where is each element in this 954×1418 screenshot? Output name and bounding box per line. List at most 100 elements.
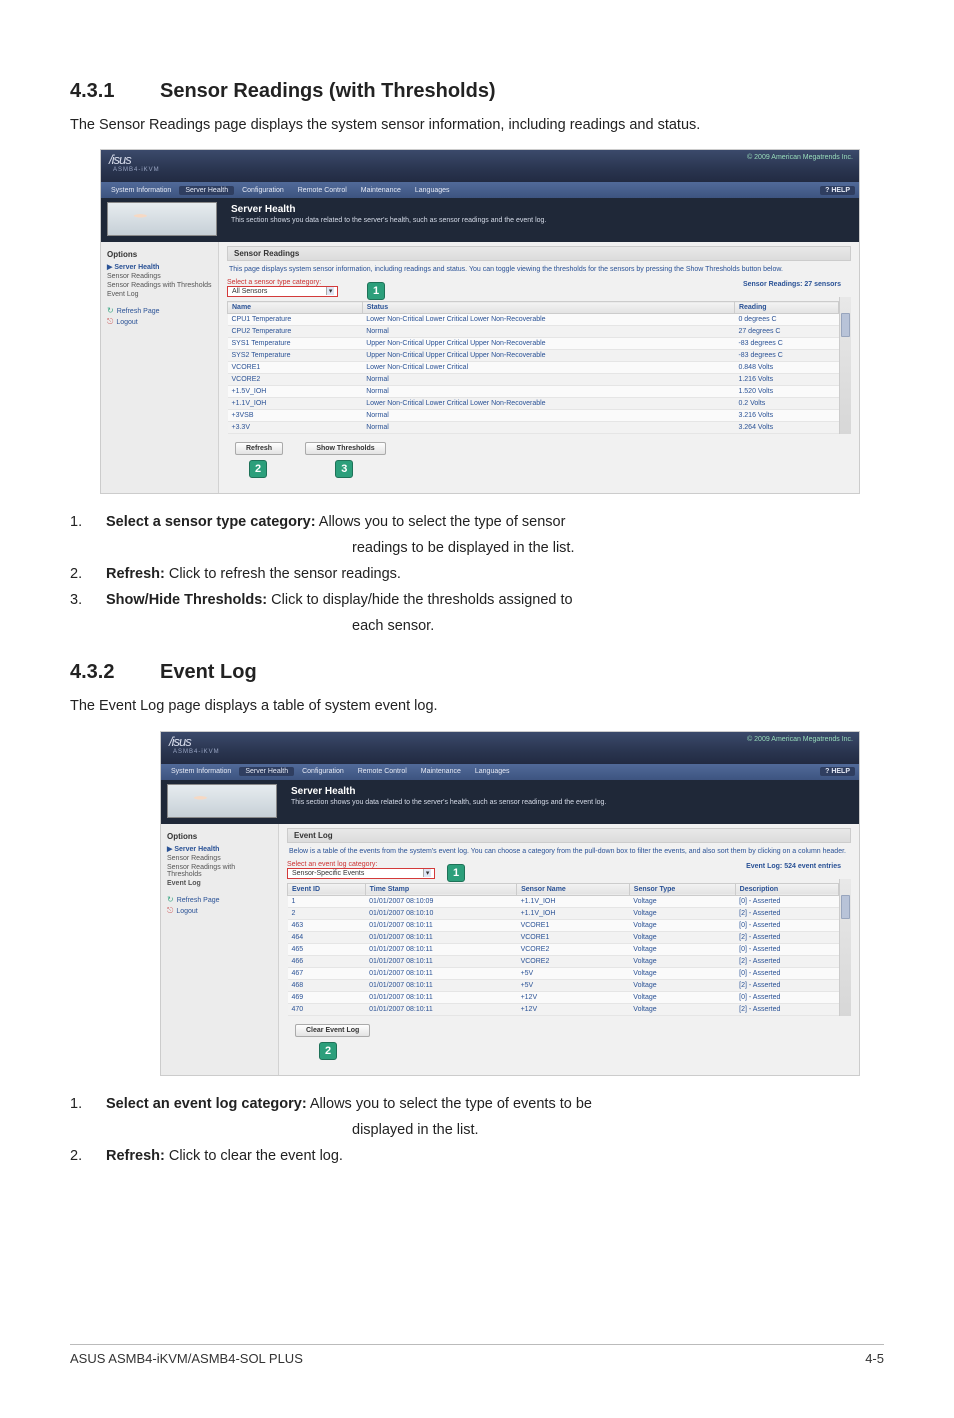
ss2-footer-buttons: Clear Event Log 2 <box>287 1016 851 1065</box>
ss2-body: Options ▶ Server Health Sensor Readings … <box>161 824 859 1075</box>
ss1-subheader: Server Health This section shows you dat… <box>101 198 859 242</box>
col-header[interactable]: Event ID <box>288 883 366 895</box>
menu-lang[interactable]: Languages <box>409 186 456 195</box>
side-sensor-readings-th[interactable]: Sensor Readings withThresholds <box>167 864 272 878</box>
ss2-sidebar: Options ▶ Server Health Sensor Readings … <box>161 824 279 1075</box>
table-row[interactable]: 46601/01/2007 08:10:11VCORE2Voltage[2] -… <box>288 955 839 967</box>
menu-lang[interactable]: Languages <box>469 767 516 776</box>
table-row[interactable]: VCORE1Lower Non-Critical Lower Critical0… <box>228 362 839 374</box>
col-header[interactable]: Description <box>735 883 838 895</box>
asus-logo: /isus <box>109 152 131 167</box>
screenshot-sensor-readings: /isus ASMB4-iKVM © 2009 American Megatre… <box>100 149 860 494</box>
ss1-scrollbar[interactable] <box>839 297 851 434</box>
ss2-panel-title: Event Log <box>287 828 851 843</box>
menu-server-health[interactable]: Server Health <box>239 767 294 776</box>
menu-sysinfo[interactable]: System Information <box>165 767 237 776</box>
clear-event-log-button[interactable]: Clear Event Log <box>295 1024 370 1037</box>
heading-432: 4.3.2Event Log <box>70 661 884 684</box>
page-footer: ASUS ASMB4-iKVM/ASMB4-SOL PLUS 4-5 <box>70 1344 884 1366</box>
side-refresh[interactable]: Refresh Page <box>107 306 212 315</box>
side-refresh[interactable]: Refresh Page <box>167 895 272 904</box>
ss2-scrollbar[interactable] <box>839 879 851 1016</box>
header-thumbnail <box>167 784 277 818</box>
side-logout[interactable]: Logout <box>167 906 272 916</box>
menu-maint[interactable]: Maintenance <box>415 767 467 776</box>
menu-maint[interactable]: Maintenance <box>355 186 407 195</box>
heading-431-num: 4.3.1 <box>70 80 160 103</box>
show-thresholds-button[interactable]: Show Thresholds <box>305 442 385 455</box>
col-header[interactable]: Name <box>228 302 363 314</box>
table-row[interactable]: 101/01/2007 08:10:09+1.1V_IOHVoltage[0] … <box>288 895 839 907</box>
col-header[interactable]: Time Stamp <box>365 883 516 895</box>
table-row[interactable]: +3.3VNormal3.264 Volts <box>228 422 839 434</box>
ss1-category-dropdown[interactable]: All Sensors <box>227 286 338 297</box>
side-logout[interactable]: Logout <box>107 317 212 327</box>
subhead-title: Server Health <box>231 204 849 215</box>
help-button[interactable]: ? HELP <box>820 186 855 195</box>
table-row[interactable]: 46301/01/2007 08:10:11VCORE1Voltage[0] -… <box>288 919 839 931</box>
heading-432-num: 4.3.2 <box>70 661 160 684</box>
asus-logo: /isus <box>169 734 191 749</box>
table-row[interactable]: +1.5V_IOHNormal1.520 Volts <box>228 386 839 398</box>
side-server-health[interactable]: ▶ Server Health <box>107 263 212 271</box>
ss2-main: Event Log Below is a table of the events… <box>279 824 859 1075</box>
ss1-sidebar: Options ▶ Server Health Sensor Readings … <box>101 242 219 493</box>
side-options: Options <box>167 832 272 841</box>
refresh-button[interactable]: Refresh <box>235 442 283 455</box>
table-row[interactable]: 46401/01/2007 08:10:11VCORE1Voltage[2] -… <box>288 931 839 943</box>
ss1-body: Options ▶ Server Health Sensor Readings … <box>101 242 859 493</box>
table-row[interactable]: SYS2 TemperatureUpper Non-Critical Upper… <box>228 350 839 362</box>
menu-config[interactable]: Configuration <box>236 186 290 195</box>
asus-logo-sub: ASMB4-iKVM <box>173 749 220 755</box>
footer-left: ASUS ASMB4-iKVM/ASMB4-SOL PLUS <box>70 1351 303 1366</box>
table-row[interactable]: 46901/01/2007 08:10:11+12VVoltage[0] - A… <box>288 991 839 1003</box>
ss1-table: NameStatusReading CPU1 TemperatureLower … <box>227 301 839 434</box>
col-header[interactable]: Sensor Type <box>629 883 735 895</box>
side-sensor-readings[interactable]: Sensor Readings <box>107 273 212 280</box>
table-row[interactable]: 47001/01/2007 08:10:11+12VVoltage[2] - A… <box>288 1003 839 1015</box>
table-row[interactable]: VCORE2Normal1.216 Volts <box>228 374 839 386</box>
list-431: 1.Select a sensor type category: Allows … <box>70 512 884 637</box>
heading-431-title: Sensor Readings (with Thresholds) <box>160 80 496 102</box>
col-header[interactable]: Reading <box>734 302 838 314</box>
menu-sysinfo[interactable]: System Information <box>105 186 177 195</box>
side-event-log[interactable]: Event Log <box>167 880 272 887</box>
table-row[interactable]: +1.1V_IOHLower Non-Critical Lower Critic… <box>228 398 839 410</box>
ss2-category-dropdown[interactable]: Sensor-Specific Events <box>287 868 435 879</box>
side-server-health[interactable]: ▶ Server Health <box>167 845 272 853</box>
table-row[interactable]: 46501/01/2007 08:10:11VCORE2Voltage[0] -… <box>288 943 839 955</box>
ss1-panel-title: Sensor Readings <box>227 246 851 261</box>
menu-config[interactable]: Configuration <box>296 767 350 776</box>
table-row[interactable]: CPU1 TemperatureLower Non-Critical Lower… <box>228 314 839 326</box>
ss1-menubar: System Information Server Health Configu… <box>101 182 859 198</box>
table-row[interactable]: CPU2 TemperatureNormal27 degrees C <box>228 326 839 338</box>
ss1-panel-desc: This page displays system sensor informa… <box>229 266 851 273</box>
help-button[interactable]: ? HELP <box>820 767 855 776</box>
subhead-desc: This section shows you data related to t… <box>231 217 849 224</box>
ss2-panel-desc: Below is a table of the events from the … <box>289 848 851 855</box>
table-row[interactable]: 201/01/2007 08:10:10+1.1V_IOHVoltage[2] … <box>288 907 839 919</box>
subhead-desc: This section shows you data related to t… <box>291 799 849 806</box>
ss1-footer-buttons: Refresh 2 Show Thresholds 3 <box>227 434 851 483</box>
screenshot-event-log: /isus ASMB4-iKVM © 2009 American Megatre… <box>160 731 860 1076</box>
heading-431: 4.3.1Sensor Readings (with Thresholds) <box>70 80 884 103</box>
callout-1b: 1 <box>447 864 465 882</box>
side-sensor-readings-th[interactable]: Sensor Readings with Thresholds <box>107 282 212 289</box>
menu-remote[interactable]: Remote Control <box>292 186 353 195</box>
footer-right: 4-5 <box>865 1351 884 1366</box>
col-header[interactable]: Status <box>362 302 734 314</box>
menu-server-health[interactable]: Server Health <box>179 186 234 195</box>
col-header[interactable]: Sensor Name <box>517 883 630 895</box>
menu-remote[interactable]: Remote Control <box>352 767 413 776</box>
header-thumbnail <box>107 202 217 236</box>
ss2-count: Event Log: 524 event entries <box>746 863 841 870</box>
side-event-log[interactable]: Event Log <box>107 291 212 298</box>
side-sensor-readings[interactable]: Sensor Readings <box>167 855 272 862</box>
asus-logo-sub: ASMB4-iKVM <box>113 167 160 173</box>
corner-text: © 2009 American Megatrends Inc. <box>747 154 853 161</box>
table-row[interactable]: SYS1 TemperatureUpper Non-Critical Upper… <box>228 338 839 350</box>
table-row[interactable]: +3VSBNormal3.216 Volts <box>228 410 839 422</box>
heading-432-title: Event Log <box>160 661 257 683</box>
table-row[interactable]: 46701/01/2007 08:10:11+5VVoltage[0] - As… <box>288 967 839 979</box>
table-row[interactable]: 46801/01/2007 08:10:11+5VVoltage[2] - As… <box>288 979 839 991</box>
